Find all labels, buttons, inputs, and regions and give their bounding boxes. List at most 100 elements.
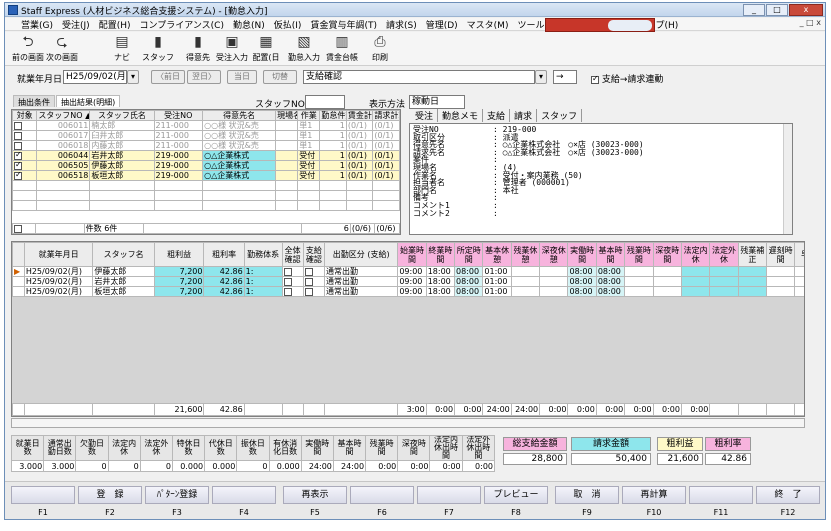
date-input[interactable]: H25/09/02(月) [63,70,127,84]
switch-button[interactable]: 切替 [263,70,297,84]
toolbar-attendance-button[interactable]: ▧ 勤怠入力 [287,34,321,64]
mode-dropdown[interactable]: ▾ [535,70,547,84]
grid2-header[interactable]: 支給確認 [302,242,326,267]
table-row[interactable]: H25/09/02(月) 板垣太郎 7,200 42.86 1: 通常出勤 09:00 18:… [12,286,804,297]
grid2-header[interactable]: 所定時間 [454,242,484,267]
row-selector[interactable] [12,276,25,287]
date-dropdown[interactable]: ▾ [127,70,139,84]
row-selector[interactable]: ▶ [12,266,25,277]
toolbar-assign-button[interactable]: ▦ 配置(日 [249,34,283,64]
grid2-header[interactable]: スタッフ名 [92,242,155,267]
grid2-header[interactable]: 深夜時間 [652,242,682,267]
row-checkbox[interactable] [14,151,22,160]
row-checkbox[interactable] [14,131,22,140]
grid1-header[interactable]: 請求計算 [372,110,400,121]
toolbar-client-button[interactable]: ▮ 得意先 [181,34,215,64]
grid1-header[interactable]: スタッフNO ▲ [36,110,91,121]
fkey-f5-button[interactable]: 再表示 [283,486,347,504]
fkey-f6-button[interactable] [350,486,414,504]
grid2-header[interactable]: 残業補正 [737,242,768,267]
horizontal-scrollbars[interactable] [11,418,805,428]
row-checkbox[interactable] [14,161,22,170]
confirm-checkbox[interactable] [304,287,313,296]
fkey-f8-button[interactable]: プレビュー [484,486,548,504]
grid2-header[interactable]: 全体確認 [281,242,304,267]
grid2-header[interactable]: 就業年月日 [23,242,94,267]
detail-tab-4[interactable]: スタッフ [537,109,583,122]
row-checkbox[interactable] [14,141,22,150]
grid1-header[interactable]: 対象 [12,110,38,121]
grid2-header[interactable]: 粗利益 [153,242,205,267]
display-select[interactable]: 稼動日 [409,95,465,109]
row-checkbox[interactable] [14,121,22,130]
table-row[interactable]: H25/09/02(月) 岩井太郎 7,200 42.86 1: 通常出勤 09:00 18:… [12,276,804,287]
fkey-f2-button[interactable]: 登 録 [78,486,142,504]
toolbar-print-button[interactable]: ⎙ 印刷 [363,34,397,64]
detail-tab-2[interactable]: 支給 [483,109,511,122]
row-checkbox[interactable] [14,171,22,180]
grid2-header[interactable]: 勤務体系 [243,242,283,267]
tab-conditions[interactable]: 抽出条件 [13,95,55,107]
grid2-header[interactable]: 早退 [794,242,804,267]
grid2-header[interactable]: 深夜休憩 [539,242,569,267]
toolbar-staff-button[interactable]: ▮ スタッフ [141,34,175,64]
tab-results[interactable]: 抽出結果(明細) [56,95,121,107]
fkey-f11-button[interactable] [689,486,753,504]
menu-item-1[interactable]: 受注(J) [62,18,90,31]
grid2-header[interactable]: 残業時間 [624,242,654,267]
fkey-f9-button[interactable]: 取 消 [555,486,619,504]
table-row[interactable]: 006017 臼井太郎 211-000 ○○様 状況&売 単1 1 (0/1) (0/1) [12,130,400,141]
table-row[interactable]: 006011 楠太郎 211-000 ○○様 状況&売 単1 1 (0/1) (0/1) [12,120,400,131]
link-arrow-select[interactable]: → [553,70,577,84]
fkey-f10-button[interactable]: 再計算 [622,486,686,504]
grid2-header[interactable]: 粗利率 [203,242,245,267]
fkey-f3-button[interactable]: ﾊﾟﾀｰﾝ登録 [145,486,209,504]
grid1-header[interactable]: 得意先名 [202,110,277,121]
table-row[interactable]: 006018 内藤太郎 211-000 ○○様 状況&売 単1 1 (0/1) (0/1) [12,140,400,151]
confirm-checkbox[interactable] [283,267,292,276]
fkey-f1-button[interactable] [11,486,75,504]
row-selector[interactable] [12,286,25,297]
grid2-header[interactable]: 出勤区分 (支給) [324,242,399,267]
maximize-button[interactable]: □ [766,4,788,16]
menu-item-7[interactable]: 請求(S) [386,18,417,31]
select-all-checkbox[interactable] [14,224,22,233]
menu-item-2[interactable]: 配置(H) [99,18,131,31]
menu-item-5[interactable]: 仮払(I) [274,18,302,31]
detail-scrollbar[interactable] [783,124,792,234]
table-row[interactable]: 006518板垣太郎219-000○△企業株式受付1(0/1)(0/1) [12,170,400,181]
close-button[interactable]: x [789,4,823,16]
link-checkbox[interactable] [591,74,599,84]
confirm-checkbox[interactable] [304,277,313,286]
grid2-header[interactable]: 残業休憩 [510,242,541,267]
toolbar-forward-button[interactable]: ⮎ 次の画面 [45,34,79,64]
toolbar-ledger-button[interactable]: ▥ 賃金台帳 [325,34,359,64]
mode-select[interactable]: 支給確認 [303,70,535,84]
menu-item-0[interactable]: 営業(G) [21,18,53,31]
today-button[interactable]: 当日 [227,70,257,84]
grid1-header[interactable]: 賃金計算 [345,110,374,121]
grid2-header[interactable]: 法定外休 [709,242,739,267]
table-row[interactable]: 006044岩井太郎219-000○△企業株式受付1(0/1)(0/1) [12,150,400,161]
minimize-button[interactable]: _ [743,4,765,16]
grid2-header[interactable]: 実働時間 [567,242,597,267]
toolbar-back-button[interactable]: ⮌ 前の画面 [11,34,45,64]
confirm-checkbox[interactable] [304,267,313,276]
staff-no-input[interactable] [305,95,345,109]
table-row[interactable]: ▶ H25/09/02(月) 伊藤太郎 7,200 42.86 1: 通常出勤 09:00 18… [12,266,804,277]
grid1-header[interactable]: 作業 [297,110,321,121]
grid2-header[interactable]: 法定内休 [680,242,711,267]
prev-day-button[interactable]: 〈前日 [151,70,185,84]
grid2-header[interactable]: 基本休憩 [482,242,512,267]
next-day-button[interactable]: 翌日〉 [187,70,221,84]
toolbar-navi-button[interactable]: ▤ ナビ [105,34,139,64]
grid2-header[interactable]: 遅刻時間 [765,242,796,267]
toolbar-order-button[interactable]: ▣ 受注入力 [215,34,249,64]
grid2-header[interactable]: 始業時間 [397,242,427,267]
grid1-header[interactable]: スタッフ氏名 [89,110,155,121]
mdi-controls[interactable]: _ □ x [800,18,821,27]
fkey-f4-button[interactable] [212,486,276,504]
detail-tab-3[interactable]: 請求 [510,109,538,122]
fkey-f12-button[interactable]: 終 了 [756,486,820,504]
confirm-checkbox[interactable] [283,277,292,286]
